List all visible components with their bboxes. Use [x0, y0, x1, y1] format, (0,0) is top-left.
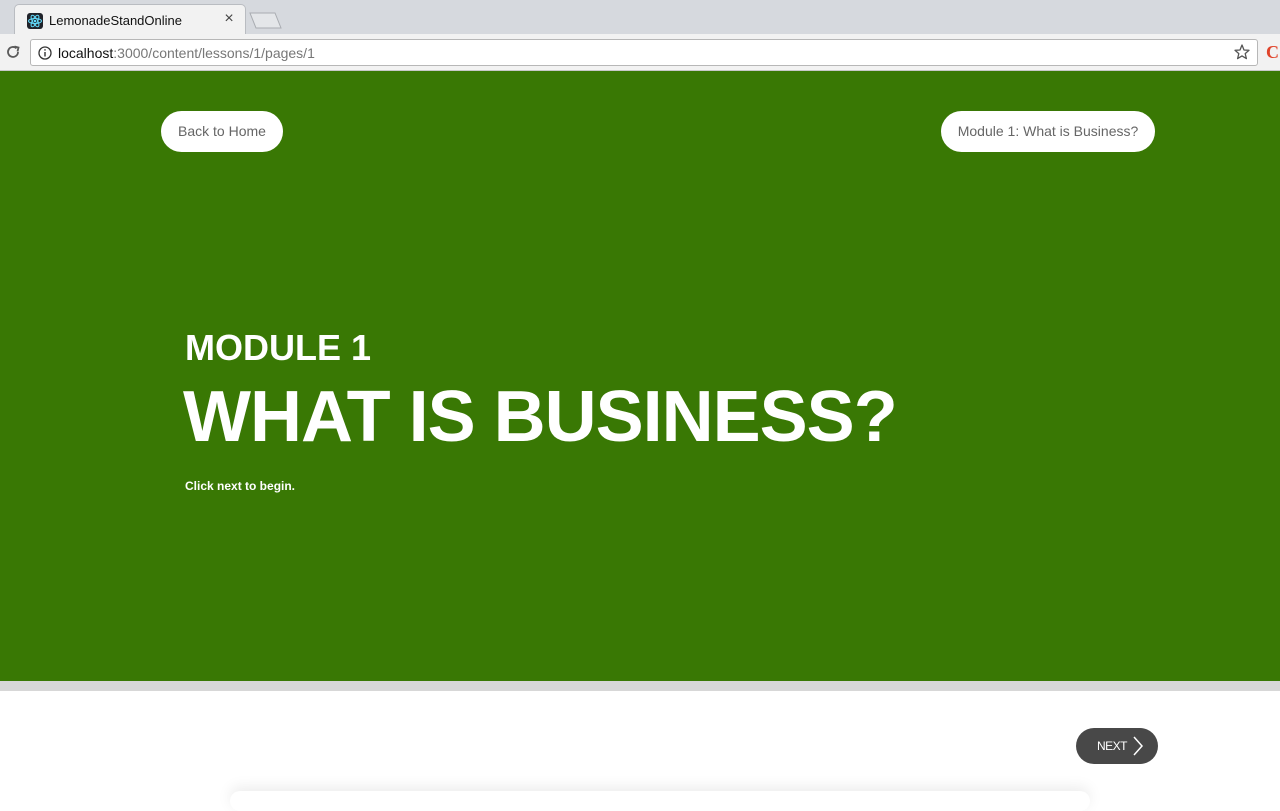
module-menu-button[interactable]: Module 1: What is Business? — [941, 111, 1155, 152]
page-title: WHAT IS BUSINESS? — [183, 377, 898, 457]
browser-toolbar: localhost:3000/content/lessons/1/pages/1 — [0, 34, 1280, 71]
url-text: localhost:3000/content/lessons/1/pages/1 — [58, 45, 315, 61]
url-host: localhost — [58, 45, 114, 61]
instruction-text: Click next to begin. — [185, 479, 296, 493]
module-kicker: MODULE 1 — [185, 327, 372, 368]
react-logo-icon — [27, 13, 43, 29]
new-tab-button[interactable] — [249, 12, 282, 29]
chevron-right-icon — [1131, 735, 1145, 757]
browser-tab[interactable]: LemonadeStandOnline × — [14, 4, 246, 35]
address-bar[interactable]: localhost:3000/content/lessons/1/pages/1 — [30, 39, 1258, 66]
footer-section: NEXT — [0, 691, 1280, 811]
next-label: NEXT — [1097, 739, 1128, 753]
browser-tab-strip: LemonadeStandOnline × — [0, 0, 1280, 35]
content-card — [230, 791, 1090, 811]
tab-title: LemonadeStandOnline — [49, 13, 182, 28]
close-icon[interactable]: × — [221, 10, 237, 28]
back-to-home-button[interactable]: Back to Home — [161, 111, 283, 152]
hero-section: Back to Home Module 1: What is Business?… — [0, 71, 1280, 681]
next-button[interactable]: NEXT — [1076, 728, 1158, 764]
extension-icon[interactable]: C — [1266, 42, 1280, 62]
url-path: :3000/content/lessons/1/pages/1 — [113, 45, 315, 61]
star-icon[interactable] — [1233, 43, 1251, 61]
section-divider — [0, 681, 1280, 691]
reload-icon[interactable] — [3, 42, 23, 62]
info-icon[interactable] — [38, 46, 52, 60]
